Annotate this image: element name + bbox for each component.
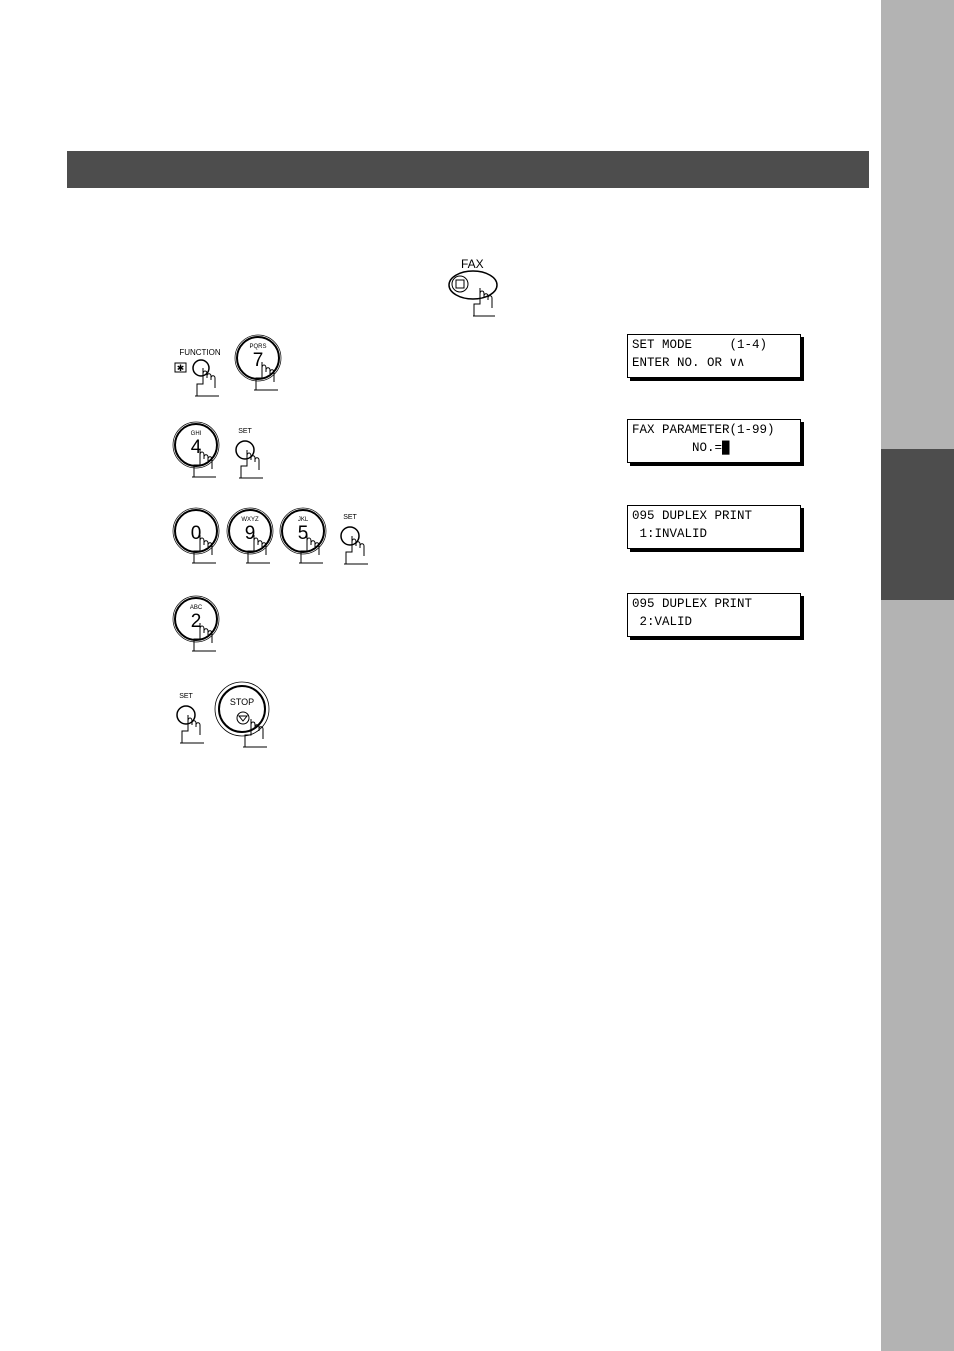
set-button[interactable]: SET [335, 512, 375, 582]
lcd-display-1: SET MODE (1-4) ENTER NO. OR ∨∧ [627, 334, 801, 378]
lcd-line: 095 DUPLEX PRINT [632, 509, 753, 523]
lcd-line: ENTER NO. OR ∨∧ [632, 356, 745, 370]
active-section-tab [881, 449, 954, 600]
lcd-line: SET MODE (1-4) [632, 338, 768, 352]
key-2[interactable]: ABC 2 [172, 595, 232, 670]
section-header-bar [67, 151, 869, 188]
key-9[interactable]: WXYZ 9 [226, 507, 286, 582]
lcd-display-2: FAX PARAMETER(1-99) NO.=█ [627, 419, 801, 463]
key-5[interactable]: JKL 5 [279, 507, 339, 582]
set-button[interactable]: SET [230, 426, 270, 496]
lcd-line: NO.=█ [632, 441, 730, 455]
function-button[interactable]: FUNCTION ✱ [172, 346, 232, 406]
key-4[interactable]: GHI 4 [172, 421, 232, 496]
lcd-display-3: 095 DUPLEX PRINT 1:INVALID [627, 505, 801, 549]
key-label: SET [238, 428, 252, 435]
key-label: SET [179, 693, 193, 700]
key-7[interactable]: PQRS 7 [234, 334, 294, 409]
stop-button[interactable]: STOP [214, 681, 284, 756]
lcd-line: 2:VALID [632, 615, 693, 629]
lcd-line: 095 DUPLEX PRINT [632, 597, 753, 611]
lcd-line: 1:INVALID [632, 527, 708, 541]
lcd-display-4: 095 DUPLEX PRINT 2:VALID [627, 593, 801, 637]
set-button[interactable]: SET [171, 691, 211, 761]
side-tab-strip [881, 0, 954, 1351]
key-label: STOP [230, 697, 254, 707]
fax-button[interactable] [440, 268, 510, 318]
key-label: FUNCTION [179, 348, 221, 357]
svg-text:✱: ✱ [177, 363, 185, 373]
key-label: SET [343, 514, 357, 521]
key-0[interactable]: 0 [172, 507, 232, 582]
lcd-line: FAX PARAMETER(1-99) [632, 423, 775, 437]
